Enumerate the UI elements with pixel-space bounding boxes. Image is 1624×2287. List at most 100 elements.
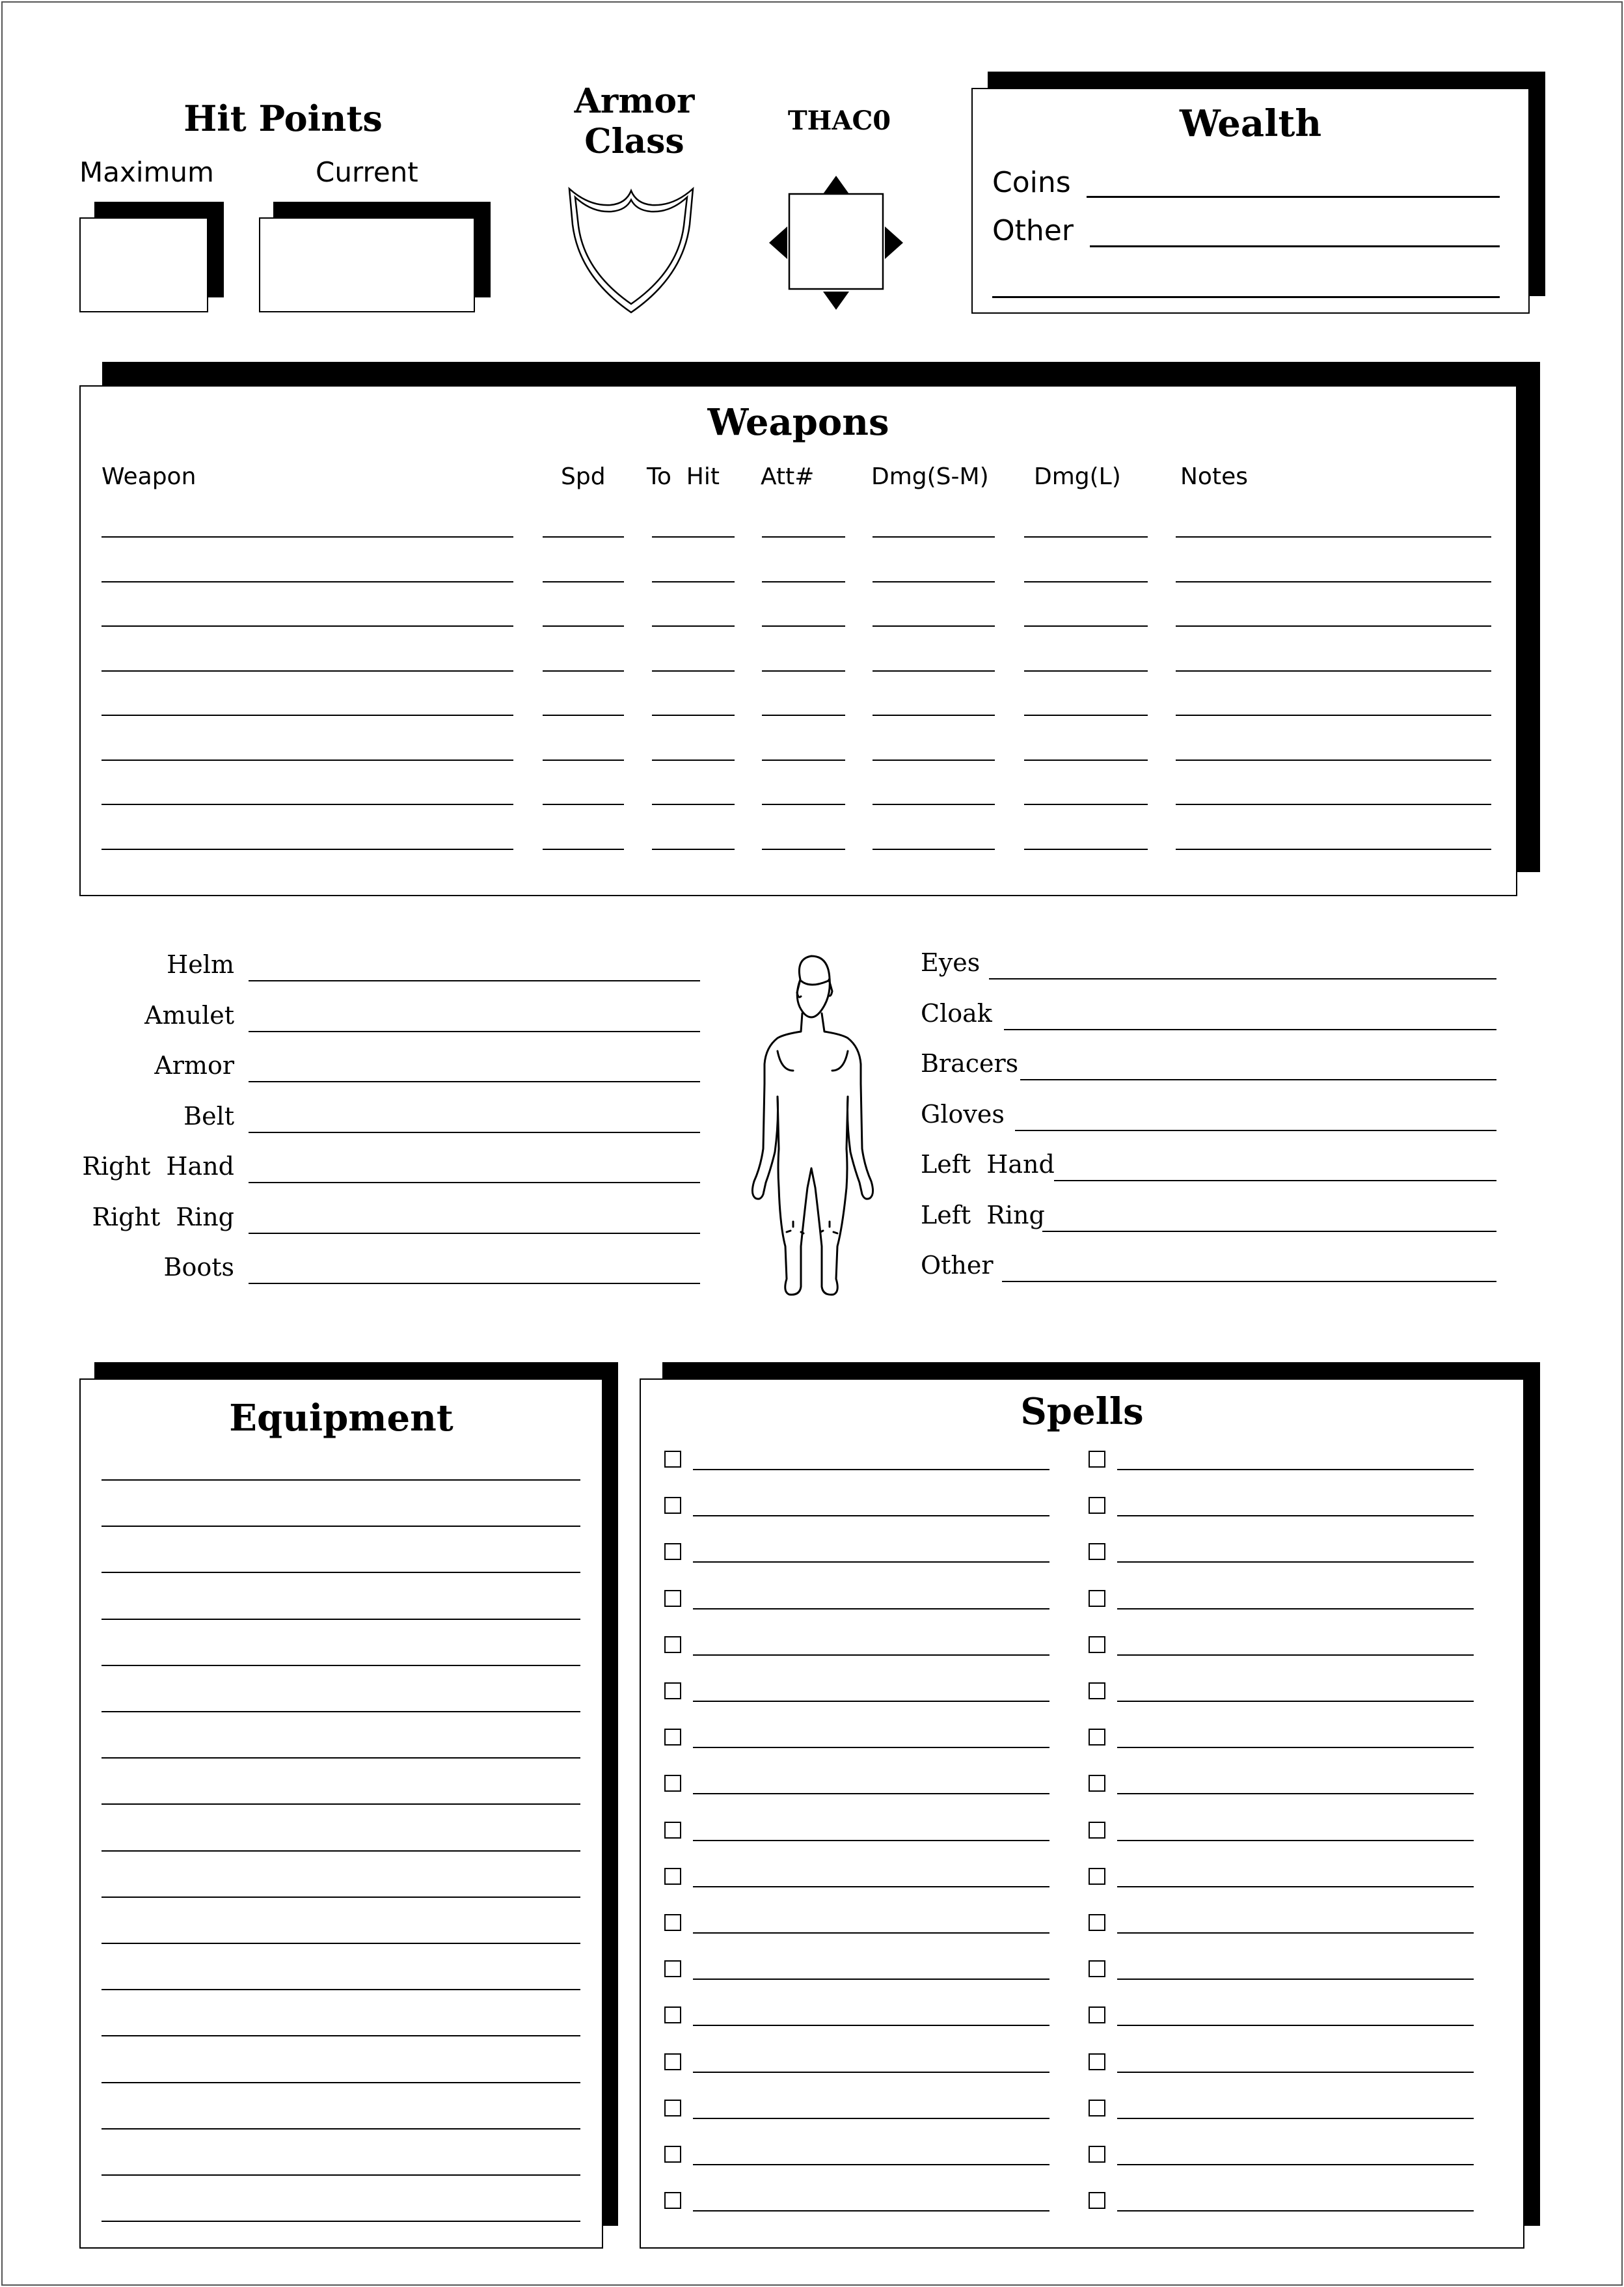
spell-name-field[interactable] [1117, 1747, 1474, 1748]
spell-name-field[interactable] [1117, 1932, 1474, 1934]
weapon-attacks-field[interactable] [762, 536, 845, 538]
spell-checkbox[interactable] [1089, 1636, 1105, 1653]
equipment-line[interactable] [102, 1943, 580, 1944]
spell-name-field[interactable] [1117, 2025, 1474, 2026]
wealth-coins-field[interactable] [1087, 196, 1500, 198]
weapon-weapon-field[interactable] [102, 715, 513, 716]
weapon-to-hit-field[interactable] [652, 581, 735, 582]
spell-checkbox[interactable] [1089, 1960, 1105, 1977]
weapon-notes-field[interactable] [1176, 849, 1491, 850]
weapon-weapon-field[interactable] [102, 625, 513, 627]
spell-checkbox[interactable] [1089, 2006, 1105, 2023]
weapon-notes-field[interactable] [1176, 536, 1491, 538]
spell-name-field[interactable] [693, 1932, 1049, 1934]
weapon-weapon-field[interactable] [102, 760, 513, 761]
spell-name-field[interactable] [693, 1793, 1049, 1794]
weapon-dmg-sm-field[interactable] [873, 581, 995, 582]
spell-name-field[interactable] [1117, 1793, 1474, 1794]
weapon-dmg-sm-field[interactable] [873, 849, 995, 850]
wealth-other-field[interactable] [1090, 245, 1500, 247]
equipment-line[interactable] [102, 1572, 580, 1573]
spell-name-field[interactable] [1117, 1701, 1474, 1702]
equipment-line[interactable] [102, 1479, 580, 1481]
slot-field-amulet[interactable] [249, 1031, 700, 1032]
weapon-dmg-l-field[interactable] [1024, 804, 1148, 805]
weapon-dmg-sm-field[interactable] [873, 760, 995, 761]
spell-name-field[interactable] [1117, 1840, 1474, 1841]
spell-checkbox[interactable] [1089, 2146, 1105, 2163]
hp-current-box[interactable] [259, 217, 475, 312]
weapon-to-hit-field[interactable] [652, 804, 735, 805]
spell-name-field[interactable] [693, 1469, 1049, 1470]
spell-name-field[interactable] [1117, 1469, 1474, 1470]
spell-checkbox[interactable] [664, 1451, 681, 1468]
weapon-notes-field[interactable] [1176, 670, 1491, 672]
weapon-dmg-l-field[interactable] [1024, 581, 1148, 582]
weapon-spd-field[interactable] [543, 849, 624, 850]
slot-field-bracers[interactable] [1020, 1079, 1496, 1080]
spell-checkbox[interactable] [1089, 1497, 1105, 1514]
spell-checkbox[interactable] [1089, 2053, 1105, 2070]
weapon-dmg-sm-field[interactable] [873, 804, 995, 805]
spell-name-field[interactable] [1117, 1608, 1474, 1609]
spell-name-field[interactable] [693, 1886, 1049, 1887]
spell-name-field[interactable] [693, 1515, 1049, 1516]
spell-checkbox[interactable] [664, 1822, 681, 1839]
equipment-line[interactable] [102, 1711, 580, 1712]
weapon-dmg-sm-field[interactable] [873, 670, 995, 672]
spell-name-field[interactable] [1117, 1654, 1474, 1656]
weapon-spd-field[interactable] [543, 760, 624, 761]
weapon-spd-field[interactable] [543, 581, 624, 582]
weapon-dmg-sm-field[interactable] [873, 715, 995, 716]
weapon-notes-field[interactable] [1176, 760, 1491, 761]
armor-class-field[interactable] [566, 185, 696, 316]
slot-field-belt[interactable] [249, 1132, 700, 1133]
thac0-field[interactable] [768, 174, 904, 311]
spell-checkbox[interactable] [1089, 1868, 1105, 1885]
weapon-attacks-field[interactable] [762, 625, 845, 627]
weapon-attacks-field[interactable] [762, 715, 845, 716]
spell-checkbox[interactable] [664, 1960, 681, 1977]
equipment-line[interactable] [102, 1526, 580, 1527]
weapon-attacks-field[interactable] [762, 670, 845, 672]
equipment-line[interactable] [102, 2128, 580, 2130]
spell-checkbox[interactable] [664, 1775, 681, 1792]
spell-checkbox[interactable] [664, 1497, 681, 1514]
spell-name-field[interactable] [1117, 1979, 1474, 1980]
spell-name-field[interactable] [693, 1608, 1049, 1609]
spell-checkbox[interactable] [664, 1729, 681, 1746]
spell-checkbox[interactable] [1089, 1682, 1105, 1699]
slot-field-armor[interactable] [249, 1081, 700, 1082]
weapon-weapon-field[interactable] [102, 581, 513, 582]
spell-name-field[interactable] [1117, 1561, 1474, 1563]
spell-checkbox[interactable] [1089, 1775, 1105, 1792]
weapon-notes-field[interactable] [1176, 581, 1491, 582]
slot-field-helm[interactable] [249, 980, 700, 981]
equipment-line[interactable] [102, 1757, 580, 1759]
weapon-weapon-field[interactable] [102, 849, 513, 850]
equipment-line[interactable] [102, 2035, 580, 2036]
weapon-notes-field[interactable] [1176, 715, 1491, 716]
spell-name-field[interactable] [693, 2025, 1049, 2026]
weapon-attacks-field[interactable] [762, 849, 845, 850]
spell-checkbox[interactable] [1089, 2192, 1105, 2209]
slot-field-right-hand[interactable] [249, 1182, 700, 1183]
weapon-spd-field[interactable] [543, 670, 624, 672]
weapon-dmg-sm-field[interactable] [873, 536, 995, 538]
spell-checkbox[interactable] [664, 2146, 681, 2163]
slot-field-eyes[interactable] [989, 978, 1496, 979]
spell-name-field[interactable] [1117, 1886, 1474, 1887]
weapon-notes-field[interactable] [1176, 804, 1491, 805]
spell-checkbox[interactable] [664, 1914, 681, 1931]
spell-checkbox[interactable] [664, 2100, 681, 2116]
spell-name-field[interactable] [1117, 1515, 1474, 1516]
spell-name-field[interactable] [1117, 2210, 1474, 2212]
weapon-dmg-l-field[interactable] [1024, 760, 1148, 761]
weapon-spd-field[interactable] [543, 804, 624, 805]
spell-name-field[interactable] [1117, 2164, 1474, 2165]
wealth-extra-field[interactable] [992, 296, 1500, 298]
spell-checkbox[interactable] [664, 2006, 681, 2023]
spell-name-field[interactable] [693, 2164, 1049, 2165]
weapon-to-hit-field[interactable] [652, 536, 735, 538]
weapon-to-hit-field[interactable] [652, 849, 735, 850]
